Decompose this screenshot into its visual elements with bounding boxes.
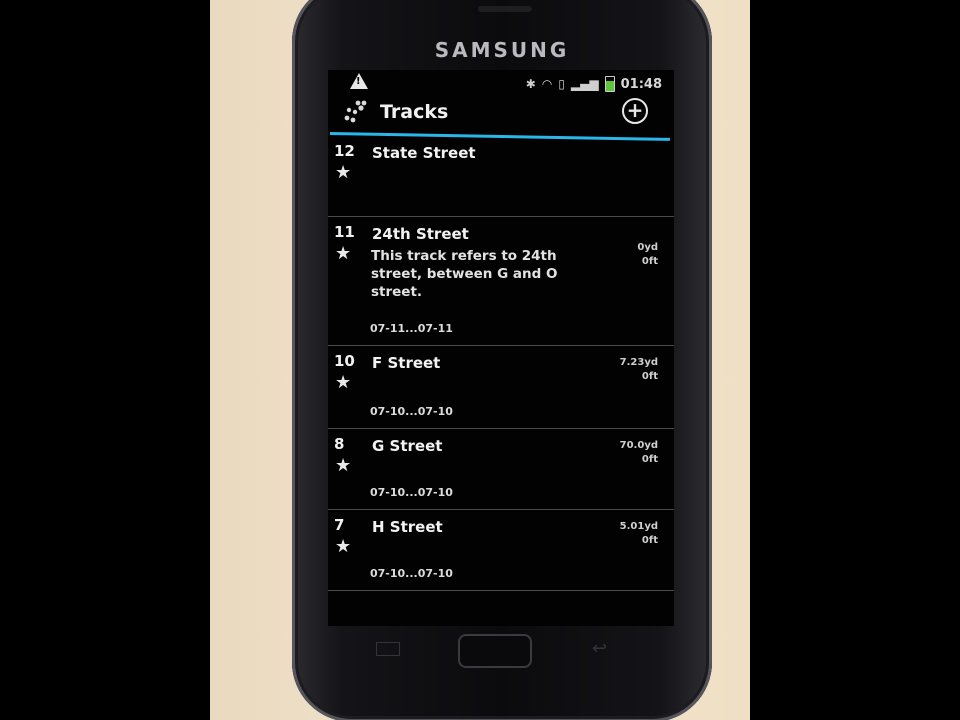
star-icon[interactable]: ★ bbox=[335, 162, 351, 183]
star-icon[interactable]: ★ bbox=[335, 372, 351, 393]
track-name: 24th Street bbox=[372, 225, 469, 243]
track-list[interactable]: 12 ★ State Street 11 ★ 24th Street This … bbox=[328, 136, 674, 591]
track-number: 8 bbox=[334, 435, 345, 453]
track-distance: 5.01yd bbox=[619, 521, 658, 532]
star-icon[interactable]: ★ bbox=[335, 455, 351, 476]
wifi-icon: ◠ bbox=[541, 77, 553, 91]
track-row[interactable]: 7 ★ H Street 5.01yd 0ft 07-10...07-10 bbox=[328, 510, 674, 591]
add-track-button[interactable]: + bbox=[622, 98, 648, 124]
track-number: 11 bbox=[334, 223, 355, 241]
brand-logo: SAMSUNG bbox=[434, 38, 570, 62]
status-icons: ✱ ◠ ▯ ▂▄▆ 01:48 bbox=[526, 76, 662, 92]
track-number: 12 bbox=[334, 142, 355, 160]
title-bar: Tracks + bbox=[328, 98, 674, 130]
track-distance: 0yd bbox=[637, 242, 658, 253]
track-dates: 07-11...07-11 bbox=[370, 322, 453, 335]
status-bar: ✱ ◠ ▯ ▂▄▆ 01:48 bbox=[328, 70, 674, 98]
track-number: 10 bbox=[334, 352, 355, 370]
phone-body: SAMSUNG ✱ ◠ ▯ ▂▄▆ 01:48 bbox=[292, 0, 712, 720]
track-row[interactable]: 8 ★ G Street 70.0yd 0ft 07-10...07-10 bbox=[328, 429, 674, 510]
star-icon[interactable]: ★ bbox=[335, 243, 351, 264]
page-title: Tracks bbox=[380, 101, 449, 123]
track-dates: 07-10...07-10 bbox=[370, 567, 453, 580]
track-distance: 7.23yd bbox=[619, 357, 658, 368]
track-elevation: 0ft bbox=[641, 371, 658, 382]
track-dates: 07-10...07-10 bbox=[370, 486, 453, 499]
signal-icon: ▂▄▆ bbox=[570, 77, 599, 91]
track-elevation: 0ft bbox=[641, 256, 658, 267]
track-stats: 5.01yd 0ft bbox=[620, 520, 658, 548]
track-row[interactable]: 12 ★ State Street bbox=[328, 136, 674, 217]
track-stats: 0yd 0ft bbox=[637, 241, 658, 269]
track-elevation: 0ft bbox=[641, 454, 658, 465]
photo-background: SAMSUNG ✱ ◠ ▯ ▂▄▆ 01:48 bbox=[210, 0, 750, 720]
paw-prints-icon bbox=[344, 100, 367, 123]
track-row[interactable]: 11 ★ 24th Street This track refers to 24… bbox=[328, 217, 674, 346]
track-name: State Street bbox=[372, 144, 476, 162]
track-row[interactable]: 10 ★ F Street 7.23yd 0ft 07-10...07-10 bbox=[328, 346, 674, 429]
track-dates: 07-10...07-10 bbox=[370, 405, 453, 418]
star-icon[interactable]: ★ bbox=[335, 536, 351, 557]
track-name: G Street bbox=[372, 437, 443, 455]
warning-icon[interactable] bbox=[350, 73, 368, 89]
track-description: This track refers to 24th street, betwee… bbox=[371, 248, 558, 300]
menu-key[interactable] bbox=[376, 642, 400, 656]
track-elevation: 0ft bbox=[641, 535, 658, 546]
back-key-icon[interactable]: ↩ bbox=[592, 638, 607, 659]
battery-icon bbox=[604, 76, 615, 92]
hardware-keys: ↩ bbox=[292, 632, 712, 672]
sim-icon: ▯ bbox=[558, 77, 565, 91]
track-name: F Street bbox=[372, 354, 441, 372]
track-number: 7 bbox=[334, 516, 345, 534]
track-stats: 70.0yd 0ft bbox=[620, 439, 658, 467]
earpiece-speaker bbox=[478, 6, 532, 12]
phone-screen: ✱ ◠ ▯ ▂▄▆ 01:48 Tracks bbox=[328, 70, 674, 626]
home-button[interactable] bbox=[458, 634, 532, 668]
track-distance: 70.0yd bbox=[619, 440, 658, 451]
status-clock: 01:48 bbox=[620, 76, 662, 92]
track-stats: 7.23yd 0ft bbox=[620, 356, 658, 384]
track-name: H Street bbox=[372, 518, 443, 536]
bluetooth-icon: ✱ bbox=[525, 77, 536, 91]
